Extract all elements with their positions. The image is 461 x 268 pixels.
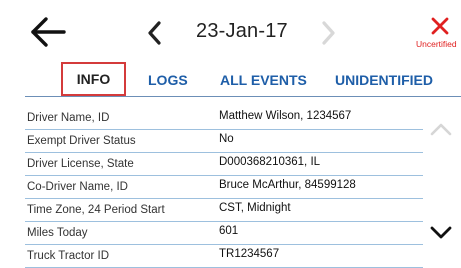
info-row-license: Driver License, State D000368210361, IL xyxy=(25,153,423,176)
info-label: Miles Today xyxy=(27,227,88,239)
tab-logs[interactable]: LOGS xyxy=(148,67,188,93)
back-arrow-icon xyxy=(31,17,66,47)
uncertified-button[interactable]: Uncertified xyxy=(416,12,461,52)
info-row-driver-name: Driver Name, ID Matthew Wilson, 1234567 xyxy=(25,107,423,130)
info-label: Driver License, State xyxy=(27,158,134,170)
next-day-button[interactable] xyxy=(318,20,340,46)
back-button[interactable] xyxy=(28,14,68,50)
info-label: Truck Tractor ID xyxy=(27,250,109,262)
uncertified-label: Uncertified xyxy=(416,39,457,49)
tabs-divider xyxy=(25,96,461,97)
info-label: Time Zone, 24 Period Start xyxy=(27,204,165,216)
current-date: 23-Jan-17 xyxy=(196,20,288,42)
info-value: No xyxy=(219,133,234,145)
log-header: 23-Jan-17 Uncertified xyxy=(0,0,461,62)
scroll-up-button[interactable] xyxy=(428,121,454,137)
info-row-co-driver: Co-Driver Name, ID Bruce McArthur, 84599… xyxy=(25,176,423,199)
scroll-down-button[interactable] xyxy=(428,225,454,241)
log-tabs: INFO LOGS ALL EVENTS UNIDENTIFIED xyxy=(0,62,461,96)
chevron-right-icon xyxy=(322,21,335,45)
chevron-left-icon xyxy=(148,21,161,45)
info-row-truck-id: Truck Tractor ID TR1234567 xyxy=(25,245,423,268)
info-value: Matthew Wilson, 1234567 xyxy=(219,110,352,122)
info-label: Co-Driver Name, ID xyxy=(27,181,128,193)
info-value: Bruce McArthur, 84599128 xyxy=(219,179,356,191)
tab-info[interactable]: INFO xyxy=(61,62,126,96)
info-value: TR1234567 xyxy=(219,248,280,260)
tab-all-events[interactable]: ALL EVENTS xyxy=(220,67,307,93)
info-label: Exempt Driver Status xyxy=(27,135,136,147)
driver-info-table: Driver Name, ID Matthew Wilson, 1234567 … xyxy=(25,107,423,268)
info-value: D000368210361, IL xyxy=(219,156,321,168)
info-row-exempt-status: Exempt Driver Status No xyxy=(25,130,423,153)
previous-day-button[interactable] xyxy=(144,20,166,46)
close-x-icon xyxy=(431,17,449,35)
info-value: 601 xyxy=(219,225,239,237)
info-row-time-zone: Time Zone, 24 Period Start CST, Midnight xyxy=(25,199,423,222)
tab-unidentified[interactable]: UNIDENTIFIED xyxy=(335,67,433,93)
chevron-down-icon xyxy=(430,226,452,239)
info-label: Driver Name, ID xyxy=(27,112,110,124)
info-row-miles: Miles Today 601 xyxy=(25,222,423,245)
chevron-up-icon xyxy=(430,123,452,136)
info-value: CST, Midnight xyxy=(219,202,291,214)
